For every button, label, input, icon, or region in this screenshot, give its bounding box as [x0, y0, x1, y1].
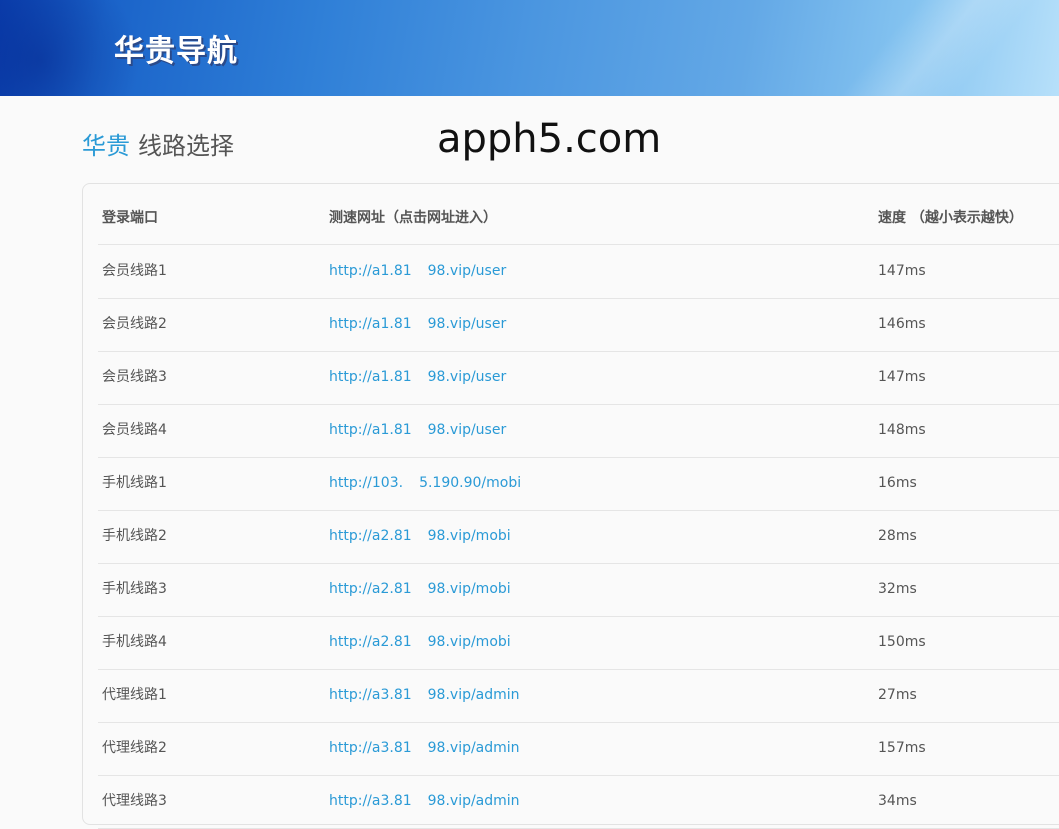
route-url-part-b[interactable]: 98.vip/user [428, 316, 507, 332]
column-header-speed: 速度 （越小表示越快） [878, 210, 1023, 226]
route-speed: 28ms [878, 528, 917, 544]
route-url-link[interactable]: http://a1.81 98.vip/user [329, 298, 506, 351]
route-url-part-b[interactable]: 98.vip/user [428, 369, 507, 385]
route-url-part-a[interactable]: http://103. [329, 475, 403, 491]
column-header-url: 测速网址（点击网址进入） [329, 210, 497, 226]
route-name: 代理线路1 [102, 687, 167, 703]
route-url-part-b[interactable]: 98.vip/user [428, 422, 507, 438]
route-speed: 147ms [878, 369, 926, 385]
route-url-part-b[interactable]: 98.vip/user [428, 263, 507, 279]
route-url-part-b[interactable]: 98.vip/admin [428, 687, 520, 703]
route-speed: 147ms [878, 263, 926, 279]
route-name: 手机线路3 [102, 581, 167, 597]
route-url-link[interactable]: http://103. 5.190.90/mobi [329, 457, 521, 510]
watermark: apph5.com [437, 116, 662, 162]
route-url-part-a[interactable]: http://a1.81 [329, 263, 412, 279]
route-speed: 150ms [878, 634, 926, 650]
route-name: 手机线路4 [102, 634, 167, 650]
table-header-row: 登录端口 测速网址（点击网址进入） 速度 （越小表示越快） [98, 192, 1059, 245]
table-row: 会员线路3 http://a1.81 98.vip/user 147ms [98, 351, 1059, 405]
route-name: 会员线路2 [102, 316, 167, 332]
route-url-part-b[interactable]: 98.vip/mobi [428, 581, 511, 597]
route-url-link[interactable]: http://a1.81 98.vip/user [329, 404, 506, 457]
route-url-part-b[interactable]: 98.vip/mobi [428, 528, 511, 544]
banner-sheen [691, 0, 1059, 96]
table-row: 代理线路1 http://a3.81 98.vip/admin 27ms [98, 669, 1059, 723]
table-row: 手机线路4 http://a2.81 98.vip/mobi 150ms [98, 616, 1059, 670]
route-url-part-b[interactable]: 5.190.90/mobi [419, 475, 521, 491]
route-url-part-a[interactable]: http://a2.81 [329, 634, 412, 650]
page-title-text: 线路选择 [138, 132, 234, 160]
route-url-part-a[interactable]: http://a2.81 [329, 528, 412, 544]
table-row: 手机线路3 http://a2.81 98.vip/mobi 32ms [98, 563, 1059, 617]
route-url-part-a[interactable]: http://a3.81 [329, 793, 412, 809]
route-url-link[interactable]: http://a3.81 98.vip/admin [329, 669, 520, 722]
route-name: 手机线路1 [102, 475, 167, 491]
route-url-part-a[interactable]: http://a3.81 [329, 740, 412, 756]
route-speed: 148ms [878, 422, 926, 438]
table-row: 会员线路4 http://a1.81 98.vip/user 148ms [98, 404, 1059, 458]
route-url-link[interactable]: http://a1.81 98.vip/user [329, 245, 506, 298]
route-url-link[interactable]: http://a1.81 98.vip/user [329, 351, 506, 404]
route-url-part-a[interactable]: http://a1.81 [329, 316, 412, 332]
route-speed: 16ms [878, 475, 917, 491]
page-title-brand: 华贵 [82, 132, 130, 160]
route-speed: 27ms [878, 687, 917, 703]
header-banner: 华贵导航 [0, 0, 1059, 96]
route-name: 代理线路2 [102, 740, 167, 756]
route-speed: 157ms [878, 740, 926, 756]
route-url-link[interactable]: http://a3.81 98.vip/admin [329, 722, 520, 775]
route-url-part-a[interactable]: http://a1.81 [329, 369, 412, 385]
route-speed: 32ms [878, 581, 917, 597]
route-speed: 146ms [878, 316, 926, 332]
page-title: 华贵 线路选择 [82, 126, 234, 161]
route-url-link[interactable]: http://a2.81 98.vip/mobi [329, 563, 511, 616]
route-url-part-a[interactable]: http://a3.81 [329, 687, 412, 703]
route-name: 会员线路3 [102, 369, 167, 385]
route-name: 手机线路2 [102, 528, 167, 544]
route-name: 会员线路4 [102, 422, 167, 438]
route-url-link[interactable]: http://a2.81 98.vip/mobi [329, 616, 511, 669]
route-url-part-b[interactable]: 98.vip/mobi [428, 634, 511, 650]
route-url-part-b[interactable]: 98.vip/admin [428, 793, 520, 809]
route-url-part-a[interactable]: http://a2.81 [329, 581, 412, 597]
table-row: 手机线路1 http://103. 5.190.90/mobi 16ms [98, 457, 1059, 511]
table-row: 代理线路3 http://a3.81 98.vip/admin 34ms [98, 775, 1059, 829]
route-url-part-a[interactable]: http://a1.81 [329, 422, 412, 438]
table-row: 代理线路2 http://a3.81 98.vip/admin 157ms [98, 722, 1059, 776]
table-row: 会员线路1 http://a1.81 98.vip/user 147ms [98, 245, 1059, 299]
route-name: 会员线路1 [102, 263, 167, 279]
route-url-link[interactable]: http://a2.81 98.vip/mobi [329, 510, 511, 563]
table-row: 手机线路2 http://a2.81 98.vip/mobi 28ms [98, 510, 1059, 564]
site-logo[interactable]: 华贵导航 [114, 26, 238, 70]
route-url-part-b[interactable]: 98.vip/admin [428, 740, 520, 756]
column-header-port: 登录端口 [102, 210, 158, 226]
table-row: 会员线路2 http://a1.81 98.vip/user 146ms [98, 298, 1059, 352]
